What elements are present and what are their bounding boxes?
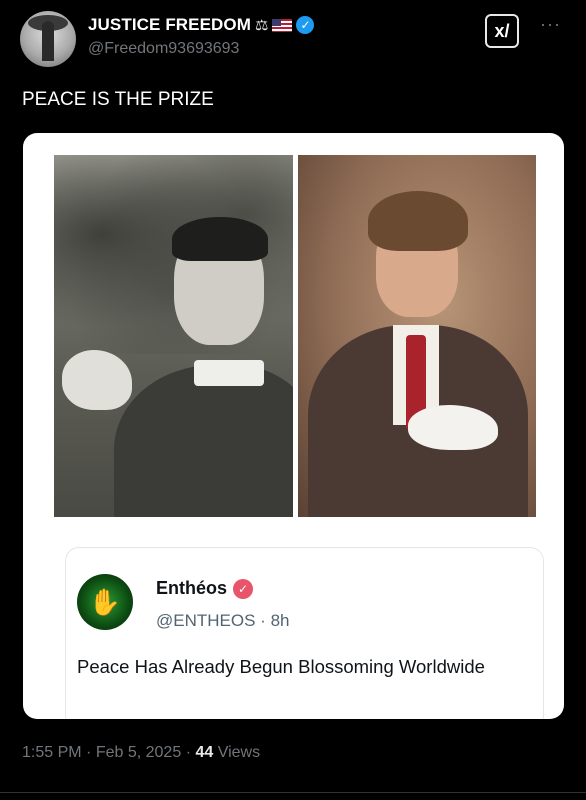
author-name[interactable]: JUSTICE FREEDOM (88, 15, 251, 35)
meta-separator: · (260, 611, 266, 630)
tweet-image-left[interactable] (54, 155, 293, 517)
tweet-text: PEACE IS THE PRIZE (22, 89, 214, 110)
dove-shape (408, 405, 498, 450)
grok-button[interactable]: x/ (485, 14, 519, 48)
quoted-text: Peace Has Already Begun Blossoming World… (77, 656, 485, 677)
quoted-post[interactable]: ✋ Enthéos ✓ @ENTHEOS · 8h Peace Has Alre… (65, 547, 544, 719)
coat-shape (114, 365, 293, 517)
quoted-name[interactable]: Enthéos (156, 578, 227, 599)
verified-badge-icon: ✓ (233, 578, 254, 599)
quoted-name-row[interactable]: Enthéos ✓ (156, 578, 254, 599)
quoted-avatar[interactable]: ✋ (77, 574, 133, 630)
tweet-footer: 1:55 PM · Feb 5, 2025 · 44 Views (22, 744, 260, 762)
author-handle[interactable]: @Freedom93693693 (88, 40, 239, 58)
views-label: Views (217, 744, 261, 761)
us-flag-icon (272, 18, 293, 32)
hair-shape (172, 217, 268, 261)
avatar-tower-shape (42, 21, 54, 61)
hair-shape (368, 191, 468, 251)
collar-shape (194, 360, 264, 386)
scales-icon: ⚖ (255, 16, 269, 34)
post-time[interactable]: 1:55 PM (22, 744, 82, 761)
quoted-meta: @ENTHEOS · 8h (156, 611, 290, 631)
tweet-image-right[interactable] (298, 155, 536, 517)
quoted-time[interactable]: 8h (271, 611, 290, 630)
post-date[interactable]: Feb 5, 2025 (96, 744, 181, 761)
divider (0, 792, 586, 793)
quoted-handle[interactable]: @ENTHEOS (156, 611, 255, 630)
footer-separator: · (185, 744, 192, 761)
media-card[interactable]: ✋ Enthéos ✓ @ENTHEOS · 8h Peace Has Alre… (23, 133, 564, 719)
views-count: 44 (195, 744, 214, 761)
author-name-row[interactable]: JUSTICE FREEDOM ⚖ ✓ (88, 15, 315, 35)
author-avatar[interactable] (20, 11, 76, 67)
footer-separator: · (86, 744, 92, 761)
verified-badge-icon: ✓ (296, 16, 315, 34)
dove-shape (62, 350, 132, 410)
more-options-icon[interactable]: ··· (540, 14, 561, 35)
hand-icon: ✋ (88, 586, 122, 617)
